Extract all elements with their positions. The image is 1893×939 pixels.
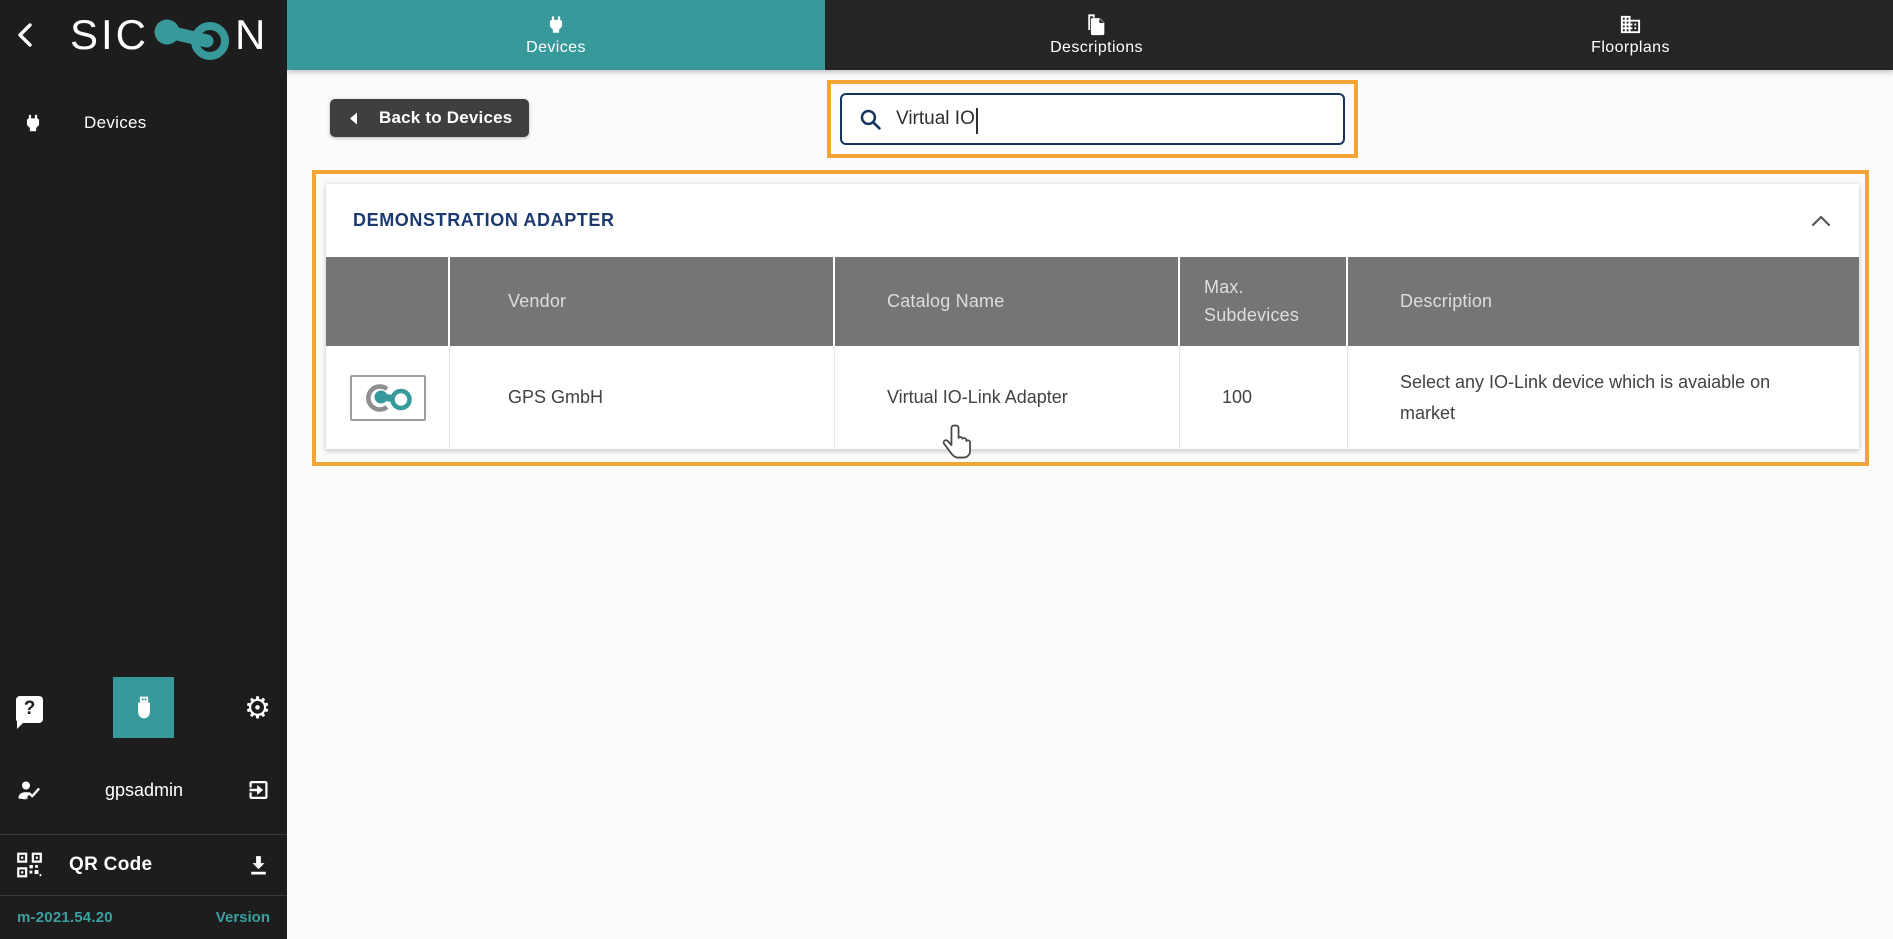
cell-device-icon — [326, 346, 450, 449]
gear-icon: ⚙ — [244, 691, 271, 726]
logout-button[interactable] — [246, 778, 271, 802]
sidebar-item-devices-label: Devices — [84, 113, 147, 132]
sidebar-tool-row: ? ⚙ — [0, 677, 287, 740]
settings-button[interactable]: ⚙ — [244, 694, 271, 724]
brand-link-icon — [154, 19, 230, 60]
brand-logo: SIC N — [70, 4, 268, 66]
tab-devices-label: Devices — [526, 39, 586, 56]
column-header-description: Description — [1400, 291, 1493, 311]
brand-text-right: N — [235, 11, 269, 58]
tab-devices[interactable]: Devices — [287, 0, 825, 70]
search-field[interactable] — [840, 93, 1345, 145]
tab-floorplans[interactable]: Floorplans — [1368, 0, 1893, 70]
usb-connector-icon — [137, 696, 150, 718]
sidebar: SIC N Devices ? ⚙ gpsadmin QR Code m-202… — [0, 0, 287, 939]
device-thumbnail — [349, 374, 426, 421]
search-icon — [860, 109, 881, 130]
qr-download-button[interactable] — [246, 852, 271, 878]
plug-icon — [26, 114, 40, 132]
floorplans-icon — [1620, 15, 1641, 34]
qr-code-label: QR Code — [69, 854, 153, 875]
version-row: m-2021.54.20 Version — [0, 896, 287, 939]
cell-vendor: GPS GmbH — [450, 346, 835, 449]
version-value: m-2021.54.20 — [17, 909, 113, 926]
cell-max-subdevices: 100 — [1180, 346, 1348, 449]
column-header-vendor: Vendor — [450, 257, 835, 346]
cell-catalog-name: Virtual IO-Link Adapter — [835, 346, 1180, 449]
panel-title: DEMONSTRATION ADAPTER — [353, 210, 615, 230]
cell-description: Select any IO-Link device which is avaia… — [1400, 371, 1771, 423]
qr-code-icon — [17, 852, 42, 878]
table-header-row: Vendor Catalog Name Max. Subdevices Desc… — [326, 257, 1859, 346]
sicon-adapter-glyph-icon — [365, 383, 412, 412]
logout-icon — [249, 781, 268, 799]
user-name: gpsadmin — [104, 779, 184, 800]
search-input[interactable] — [896, 108, 1296, 130]
plug-icon — [549, 16, 563, 33]
qr-row: QR Code — [0, 835, 287, 895]
collapse-sidebar-button[interactable] — [14, 18, 44, 52]
hand-cursor-icon — [941, 423, 974, 465]
version-label: Version — [215, 909, 270, 926]
column-header-icon — [326, 257, 450, 346]
chevron-up-icon[interactable] — [1810, 213, 1832, 229]
text-caret — [976, 108, 978, 134]
sidebar-item-devices[interactable]: Devices — [0, 98, 287, 148]
chevron-left-icon — [18, 23, 32, 47]
top-tab-bar: Devices Descriptions Floorplans — [287, 0, 1893, 70]
panel-header[interactable]: DEMONSTRATION ADAPTER — [326, 184, 1859, 257]
sidebar-header: SIC N — [0, 0, 287, 70]
sidebar-footer: ? ⚙ gpsadmin QR Code m-2021.54.20 Versio… — [0, 677, 287, 939]
adapter-panel: DEMONSTRATION ADAPTER Vendor Catalog Nam… — [326, 184, 1859, 450]
descriptions-icon — [1087, 14, 1104, 36]
back-to-devices-button[interactable]: Back to Devices — [330, 99, 529, 137]
download-icon — [251, 856, 266, 875]
tab-floorplans-label: Floorplans — [1591, 39, 1670, 56]
help-button[interactable]: ? — [16, 695, 43, 729]
back-button-label: Back to Devices — [379, 108, 513, 127]
devices-tool-button-active[interactable] — [113, 677, 174, 738]
column-header-catalog-name: Catalog Name — [835, 257, 1180, 346]
column-header-max-subdevices: Max. Subdevices — [1180, 257, 1348, 346]
chevron-left-small-icon — [350, 112, 357, 124]
user-check-icon — [18, 781, 40, 800]
table-row-virtual-io-link-adapter[interactable]: GPS GmbH Virtual IO-Link Adapter 100 Sel… — [326, 346, 1859, 450]
search-highlight-box — [827, 80, 1358, 158]
help-icon: ? — [23, 698, 36, 719]
brand-text-left: SIC — [70, 11, 150, 58]
table-highlight-box: DEMONSTRATION ADAPTER Vendor Catalog Nam… — [312, 170, 1869, 466]
user-row: gpsadmin — [0, 764, 287, 816]
adapter-table: Vendor Catalog Name Max. Subdevices Desc… — [326, 257, 1859, 450]
tab-descriptions[interactable]: Descriptions — [825, 0, 1368, 70]
tab-descriptions-label: Descriptions — [1050, 39, 1143, 56]
